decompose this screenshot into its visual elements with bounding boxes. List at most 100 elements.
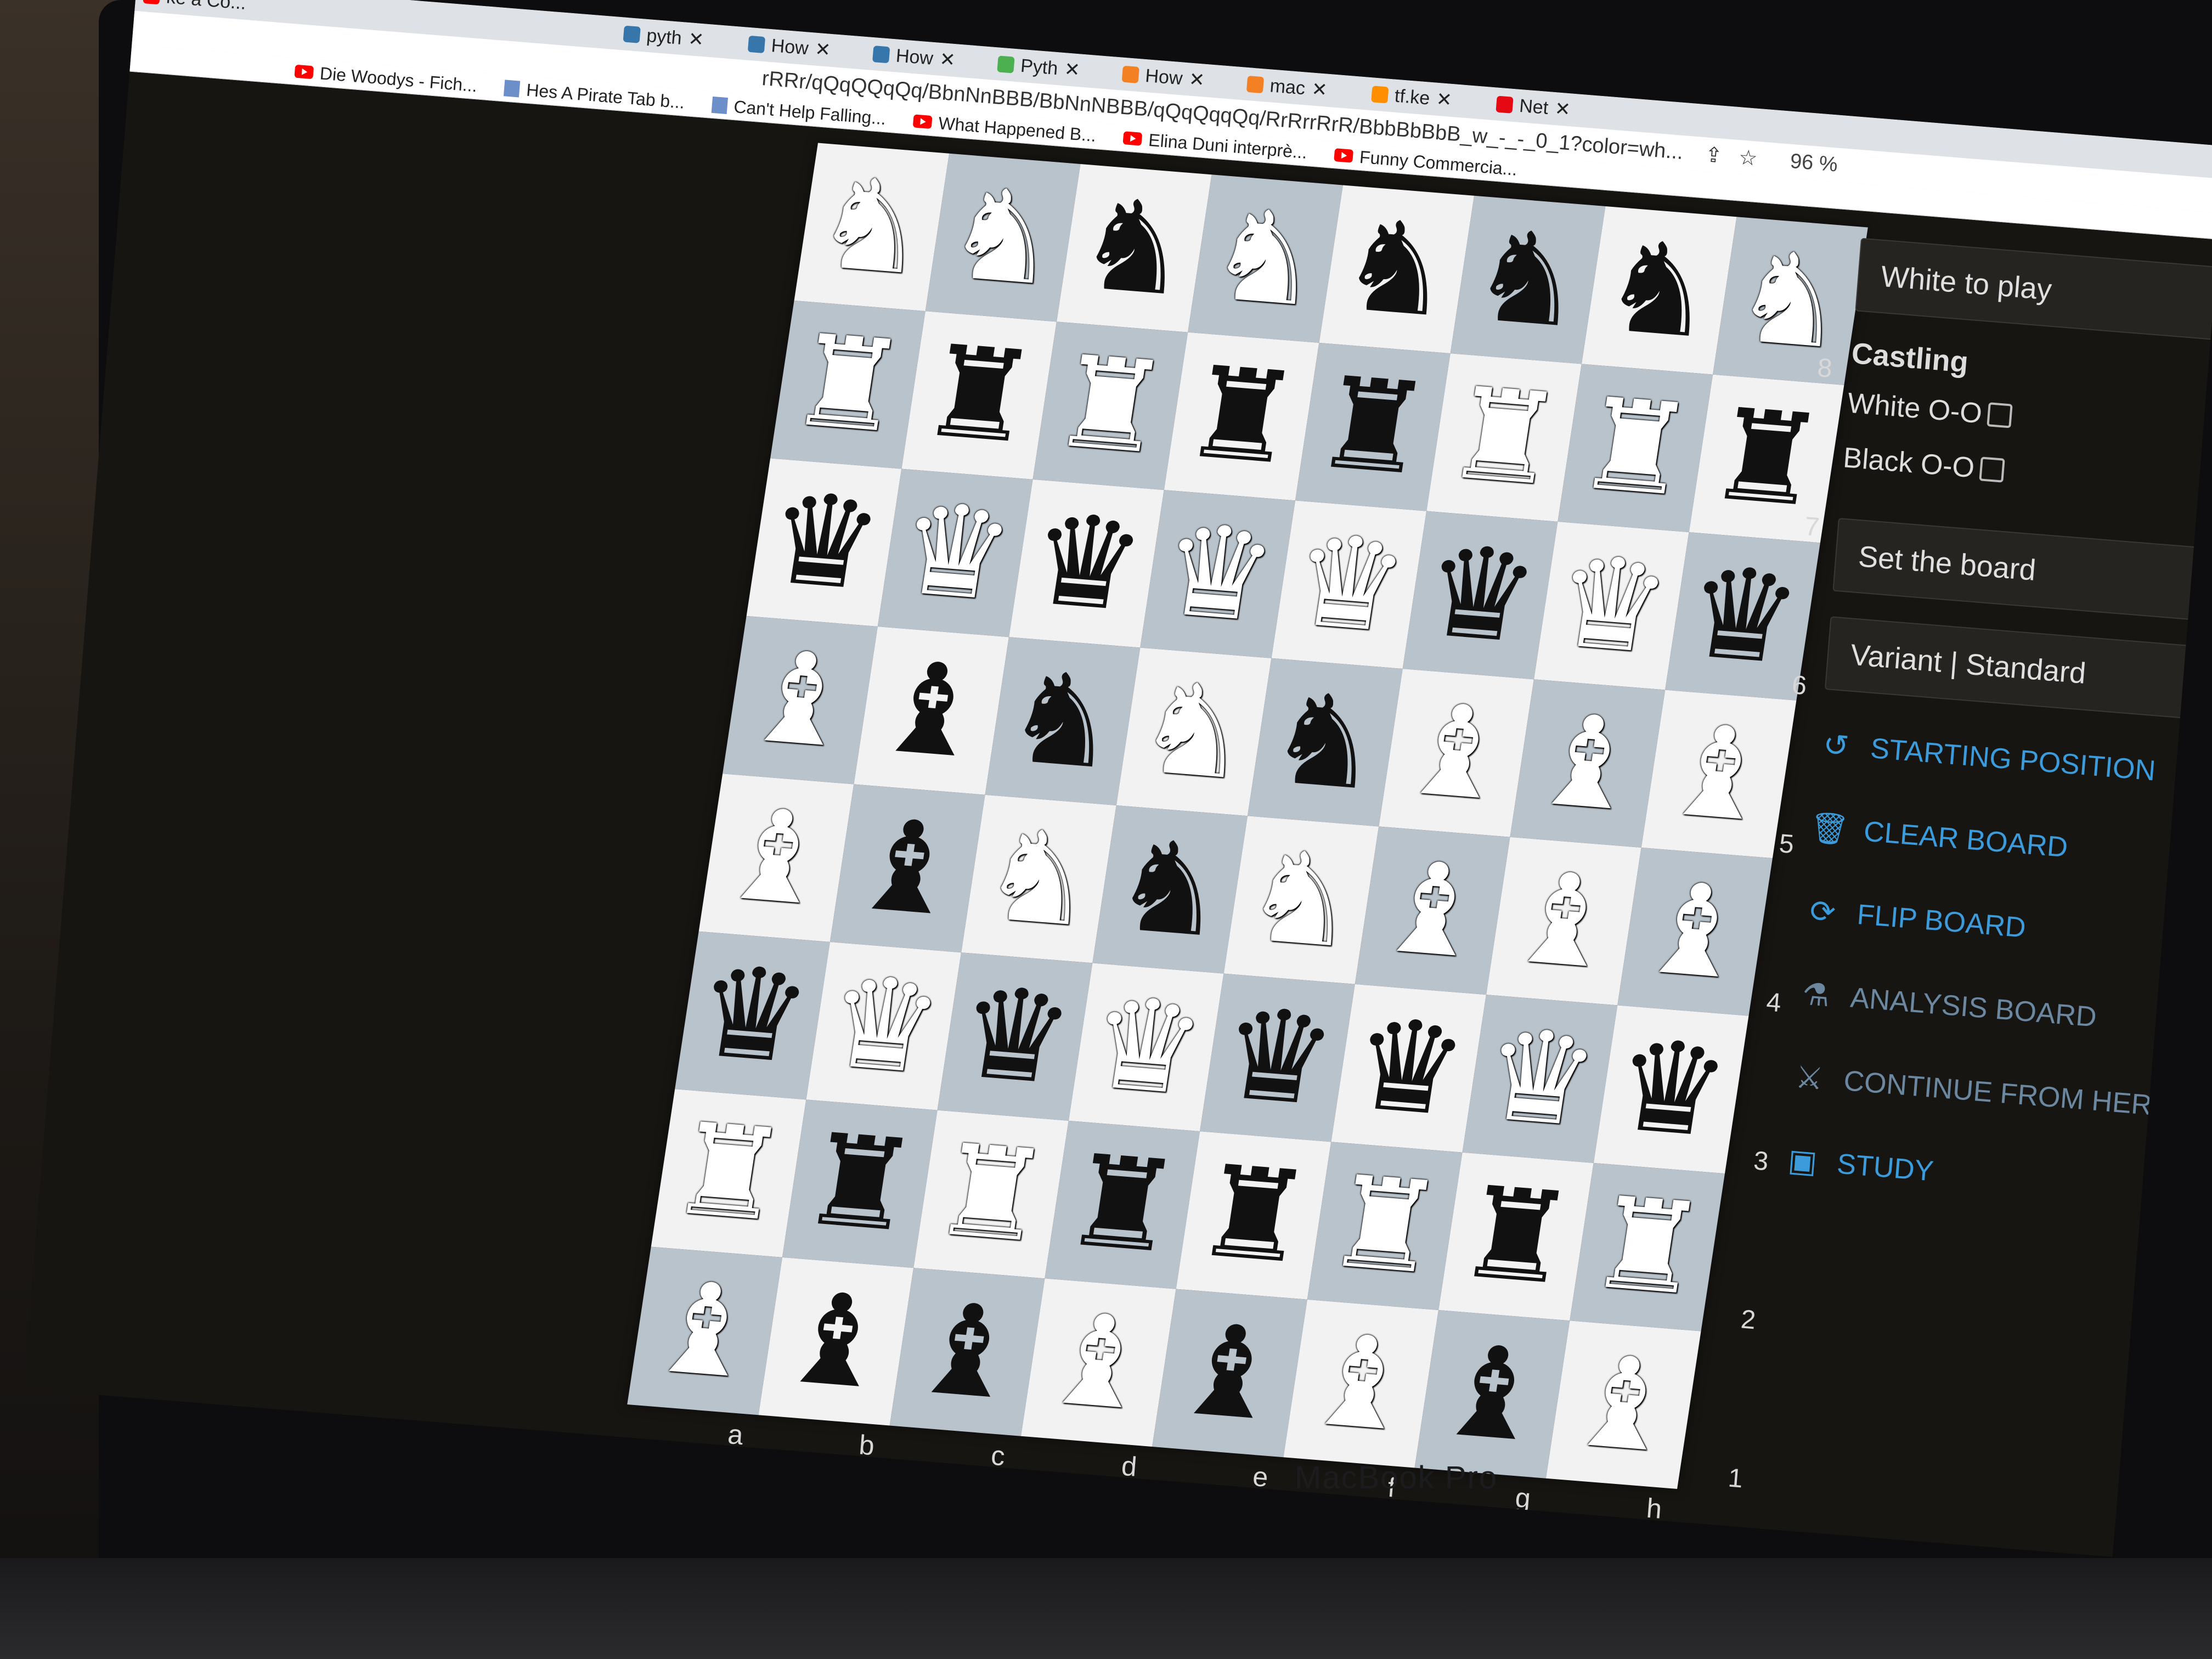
study-button[interactable]: ▣ STUDY	[1786, 1142, 2171, 1207]
board-square-g4[interactable]: ♝	[1486, 837, 1641, 1006]
white-bishop-piece[interactable]: ♝	[733, 623, 868, 777]
black-queen-piece[interactable]: ♛	[1341, 991, 1476, 1145]
white-bishop-piece[interactable]: ♝	[1556, 1328, 1691, 1482]
board-square-g6[interactable]: ♛	[1533, 521, 1689, 690]
board-square-h2[interactable]: ♜	[1570, 1163, 1725, 1331]
white-rook-piece[interactable]: ♜	[1568, 371, 1703, 525]
black-knight-piece[interactable]: ♞	[995, 644, 1130, 798]
variant-select[interactable]: Variant | Standard	[1824, 616, 2212, 721]
board-square-g8[interactable]: ♞	[1581, 206, 1737, 375]
set-board-select[interactable]: Set the board	[1832, 517, 2212, 622]
board-square-d2[interactable]: ♜	[1045, 1120, 1200, 1289]
white-bishop-piece[interactable]: ♝	[637, 1254, 772, 1408]
white-queen-piece[interactable]: ♛	[816, 949, 951, 1103]
white-rook-piece[interactable]: ♜	[781, 307, 916, 461]
board-square-b8[interactable]: ♞	[925, 153, 1081, 322]
white-knight-piece[interactable]: ♞	[804, 150, 939, 304]
black-knight-piece[interactable]: ♞	[1592, 213, 1727, 367]
board-square-f4[interactable]: ♝	[1355, 826, 1510, 995]
white-queen-piece[interactable]: ♛	[1150, 496, 1285, 651]
white-rook-piece[interactable]: ♜	[1043, 329, 1178, 483]
board-square-c6[interactable]: ♛	[1009, 479, 1164, 648]
board-square-b7[interactable]: ♜	[901, 311, 1057, 479]
black-bishop-piece[interactable]: ♝	[769, 1264, 904, 1418]
black-bishop-piece[interactable]: ♝	[1163, 1296, 1297, 1450]
board-square-b4[interactable]: ♝	[830, 784, 985, 953]
board-square-g7[interactable]: ♜	[1558, 364, 1713, 533]
black-queen-piece[interactable]: ♛	[757, 465, 891, 619]
white-knight-piece[interactable]: ♞	[1234, 823, 1369, 977]
board-square-d5[interactable]: ♞	[1116, 647, 1272, 816]
board-square-a3[interactable]: ♛	[675, 931, 830, 1100]
black-bishop-piece[interactable]: ♝	[900, 1274, 1035, 1429]
board-square-f8[interactable]: ♞	[1450, 195, 1606, 364]
board-square-f5[interactable]: ♝	[1379, 669, 1534, 837]
board-square-b1[interactable]: ♝	[758, 1257, 914, 1426]
board-square-e7[interactable]: ♜	[1295, 342, 1451, 511]
board-square-c3[interactable]: ♛	[937, 952, 1093, 1121]
black-queen-piece[interactable]: ♛	[685, 938, 820, 1092]
board-square-e4[interactable]: ♞	[1223, 816, 1379, 984]
close-icon[interactable]: ✕	[1436, 88, 1453, 111]
white-bishop-piece[interactable]: ♝	[1628, 854, 1763, 1008]
board-square-a5[interactable]: ♝	[723, 616, 878, 785]
board-square-f7[interactable]: ♜	[1426, 353, 1582, 522]
board-square-d4[interactable]: ♞	[1092, 805, 1248, 974]
close-icon[interactable]: ✕	[687, 28, 705, 51]
bookmark-star-icon[interactable]: ☆	[1738, 145, 1759, 171]
black-knight-piece[interactable]: ♞	[1103, 812, 1238, 966]
board-square-a6[interactable]: ♛	[746, 458, 902, 627]
flip-board-button[interactable]: ⟳ FLIP BOARD	[1805, 893, 2191, 958]
white-queen-piece[interactable]: ♛	[1472, 1001, 1607, 1155]
black-bishop-piece[interactable]: ♝	[840, 791, 975, 945]
analysis-board-button[interactable]: ⚗ ANALYSIS BOARD	[1799, 976, 2185, 1041]
black-castle-row[interactable]: Black O-O	[1842, 441, 2212, 505]
board-square-a2[interactable]: ♜	[651, 1089, 806, 1257]
board-square-e6[interactable]: ♛	[1271, 500, 1427, 669]
board-square-d8[interactable]: ♞	[1188, 174, 1343, 343]
board-square-a1[interactable]: ♝	[627, 1246, 782, 1415]
white-rook-piece[interactable]: ♜	[924, 1117, 1059, 1271]
board-square-b5[interactable]: ♝	[854, 627, 1009, 795]
black-castle-checkbox[interactable]	[1979, 456, 2005, 483]
board-square-d6[interactable]: ♛	[1140, 490, 1295, 658]
white-bishop-piece[interactable]: ♝	[1520, 686, 1655, 840]
white-queen-piece[interactable]: ♛	[1544, 528, 1679, 682]
board-square-b3[interactable]: ♛	[806, 941, 962, 1110]
black-rook-piece[interactable]: ♜	[1186, 1138, 1321, 1292]
board-square-d3[interactable]: ♛	[1068, 963, 1224, 1132]
black-queen-piece[interactable]: ♛	[1413, 518, 1548, 672]
board-square-a8[interactable]: ♞	[794, 143, 950, 312]
black-queen-piece[interactable]: ♛	[1210, 980, 1345, 1135]
board-square-g2[interactable]: ♜	[1438, 1152, 1594, 1321]
board-square-e8[interactable]: ♞	[1319, 185, 1475, 354]
black-rook-piece[interactable]: ♜	[793, 1107, 928, 1261]
black-knight-piece[interactable]: ♞	[1067, 171, 1202, 325]
board-square-f6[interactable]: ♛	[1402, 511, 1558, 680]
white-queen-piece[interactable]: ♛	[1282, 507, 1417, 662]
board-square-c8[interactable]: ♞	[1056, 163, 1212, 332]
board-square-f2[interactable]: ♜	[1307, 1142, 1463, 1311]
close-icon[interactable]: ✕	[1554, 98, 1572, 121]
close-icon[interactable]: ✕	[1064, 58, 1081, 81]
board-square-e1[interactable]: ♝	[1152, 1289, 1307, 1458]
white-castle-row[interactable]: White O-O	[1847, 387, 2212, 450]
black-rook-piece[interactable]: ♜	[1055, 1127, 1190, 1282]
board-square-c5[interactable]: ♞	[985, 637, 1141, 805]
board-square-e2[interactable]: ♜	[1176, 1131, 1331, 1300]
white-knight-piece[interactable]: ♞	[972, 802, 1107, 956]
board-square-f1[interactable]: ♝	[1283, 1299, 1439, 1468]
continue-from-here-button[interactable]: ⚔ CONTINUE FROM HERE	[1792, 1059, 2178, 1124]
white-rook-piece[interactable]: ♜	[1437, 360, 1572, 514]
black-queen-piece[interactable]: ♛	[1604, 1012, 1739, 1166]
white-rook-piece[interactable]: ♜	[661, 1096, 796, 1250]
close-icon[interactable]: ✕	[1311, 78, 1328, 101]
starting-position-button[interactable]: ↺ STARTING POSITION	[1819, 727, 2204, 792]
black-rook-piece[interactable]: ♜	[1449, 1159, 1584, 1313]
white-knight-piece[interactable]: ♞	[1126, 654, 1261, 809]
board-square-h8[interactable]: ♞	[1713, 217, 1868, 385]
black-rook-piece[interactable]: ♜	[1174, 339, 1309, 493]
white-bishop-piece[interactable]: ♝	[1365, 833, 1500, 988]
white-bishop-piece[interactable]: ♝	[1294, 1306, 1429, 1460]
white-bishop-piece[interactable]: ♝	[709, 781, 844, 935]
